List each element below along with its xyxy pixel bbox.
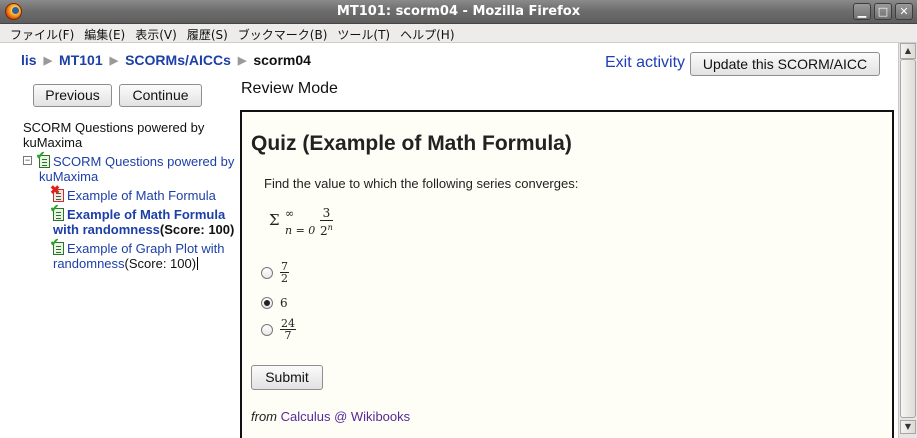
term-numerator: 3 (320, 207, 333, 221)
sum-upper-bound: ∞ (285, 207, 295, 220)
previous-button[interactable]: Previous (33, 84, 112, 107)
menu-bookmarks[interactable]: ブックマーク(B) (234, 24, 334, 42)
menubar: ファイル(F) 編集(E) 表示(V) 履歴(S) ブックマーク(B) ツール(… (0, 24, 917, 43)
passed-document-icon: ✔ (36, 151, 50, 168)
answer-radio[interactable] (261, 323, 273, 336)
update-scorm-button[interactable]: Update this SCORM/AICC (690, 52, 880, 76)
quiz-source: from Calculus @ Wikibooks (251, 409, 410, 424)
quiz-title: Quiz (Example of Math Formula) (251, 132, 572, 155)
breadcrumb: lis ▶ MT101 ▶ SCORMs/AICCs ▶ scorm04 (21, 52, 311, 68)
menu-history[interactable]: 履歴(S) (183, 24, 234, 42)
review-mode-label: Review Mode (241, 80, 338, 97)
page-viewport: lis ▶ MT101 ▶ SCORMs/AICCs ▶ scorm04 Exi… (0, 43, 898, 438)
toc-item: ✖ Example of Math Formula (23, 184, 235, 203)
scroll-down-icon[interactable]: ▼ (900, 420, 916, 434)
window-titlebar: MT101: scorm04 - Mozilla Firefox ▁ □ ✕ (0, 0, 917, 24)
term-denominator: 2n (320, 221, 333, 238)
collapse-icon[interactable]: − (23, 156, 32, 165)
submit-button[interactable]: Submit (251, 365, 323, 390)
denominator-base: 2 (320, 224, 328, 238)
vertical-scrollbar[interactable]: ▲ ▼ (898, 43, 917, 438)
breadcrumb-link-course[interactable]: MT101 (59, 52, 103, 68)
continue-button[interactable]: Continue (119, 84, 202, 107)
toc-item-score: (Score: 100) (159, 222, 235, 237)
answer-value: 6 (280, 296, 288, 310)
close-icon[interactable]: ✕ (895, 3, 913, 20)
toc-item-current: ✔ Example of Math Formula with randomness… (23, 204, 235, 238)
question-text: Find the value to which the following se… (264, 176, 579, 191)
answer-option: 7 2 (261, 261, 289, 284)
toc-item: ✔ Example of Graph Plot with randomness(S… (23, 238, 235, 272)
minimize-icon[interactable]: ▁ (853, 3, 871, 20)
scorm-toc: SCORM Questions powered by kuMaxima − ✔ S… (23, 120, 235, 271)
menu-view[interactable]: 表示(V) (131, 24, 183, 42)
sigma-symbol: Σ (269, 211, 280, 229)
toc-item-link[interactable]: Example of Math Formula (67, 188, 216, 203)
breadcrumb-link-scorms[interactable]: SCORMs/AICCs (125, 52, 231, 68)
passed-document-icon: ✔ (50, 204, 64, 221)
toc-header: SCORM Questions powered by kuMaxima (23, 120, 205, 150)
scroll-up-icon[interactable]: ▲ (900, 43, 916, 59)
answer-option: 6 (261, 296, 288, 310)
breadcrumb-separator-icon: ▶ (237, 54, 247, 67)
failed-document-icon: ✖ (50, 184, 64, 202)
breadcrumb-separator-icon: ▶ (43, 54, 53, 67)
answer-radio-selected[interactable] (261, 297, 273, 309)
menu-help[interactable]: ヘルプ(H) (396, 24, 460, 42)
menu-edit[interactable]: 編集(E) (80, 24, 131, 42)
scorm-content-frame: Quiz (Example of Math Formula) Find the … (240, 110, 894, 438)
scrollbar-thumb[interactable] (900, 59, 916, 418)
menu-tools[interactable]: ツール(T) (333, 24, 396, 42)
answer-denominator: 7 (284, 329, 292, 342)
passed-document-icon: ✔ (50, 238, 64, 255)
maximize-icon[interactable]: □ (874, 3, 892, 20)
window-controls: ▁ □ ✕ (853, 3, 913, 20)
exit-activity-link[interactable]: Exit activity (605, 54, 685, 72)
source-prefix: from (251, 409, 277, 424)
answer-option: 24 7 (261, 318, 296, 341)
series-formula: Σ ∞ n = 0 3 2n (269, 207, 349, 243)
toc-root-link[interactable]: SCORM Questions powered by kuMaxima (39, 154, 234, 184)
toc-item-score: (Score: 100) (124, 256, 197, 271)
breadcrumb-link-lis[interactable]: lis (21, 52, 37, 68)
menu-file[interactable]: ファイル(F) (6, 24, 80, 42)
quiz-panel: Quiz (Example of Math Formula) Find the … (242, 112, 892, 438)
answer-fraction: 24 7 (280, 318, 296, 341)
series-term: 3 2n (320, 207, 333, 238)
window-title: MT101: scorm04 - Mozilla Firefox (336, 4, 581, 19)
breadcrumb-separator-icon: ▶ (109, 54, 119, 67)
answer-denominator: 2 (281, 272, 288, 285)
denominator-exponent: n (327, 223, 333, 232)
text-cursor (197, 257, 199, 270)
toc-root-item: − ✔ SCORM Questions powered by kuMaxima (23, 151, 235, 184)
sum-lower-bound: n = 0 (285, 224, 316, 237)
answer-fraction: 7 2 (280, 261, 289, 284)
answer-radio[interactable] (261, 266, 273, 279)
source-link[interactable]: Calculus @ Wikibooks (281, 409, 411, 424)
breadcrumb-current: scorm04 (253, 52, 311, 68)
